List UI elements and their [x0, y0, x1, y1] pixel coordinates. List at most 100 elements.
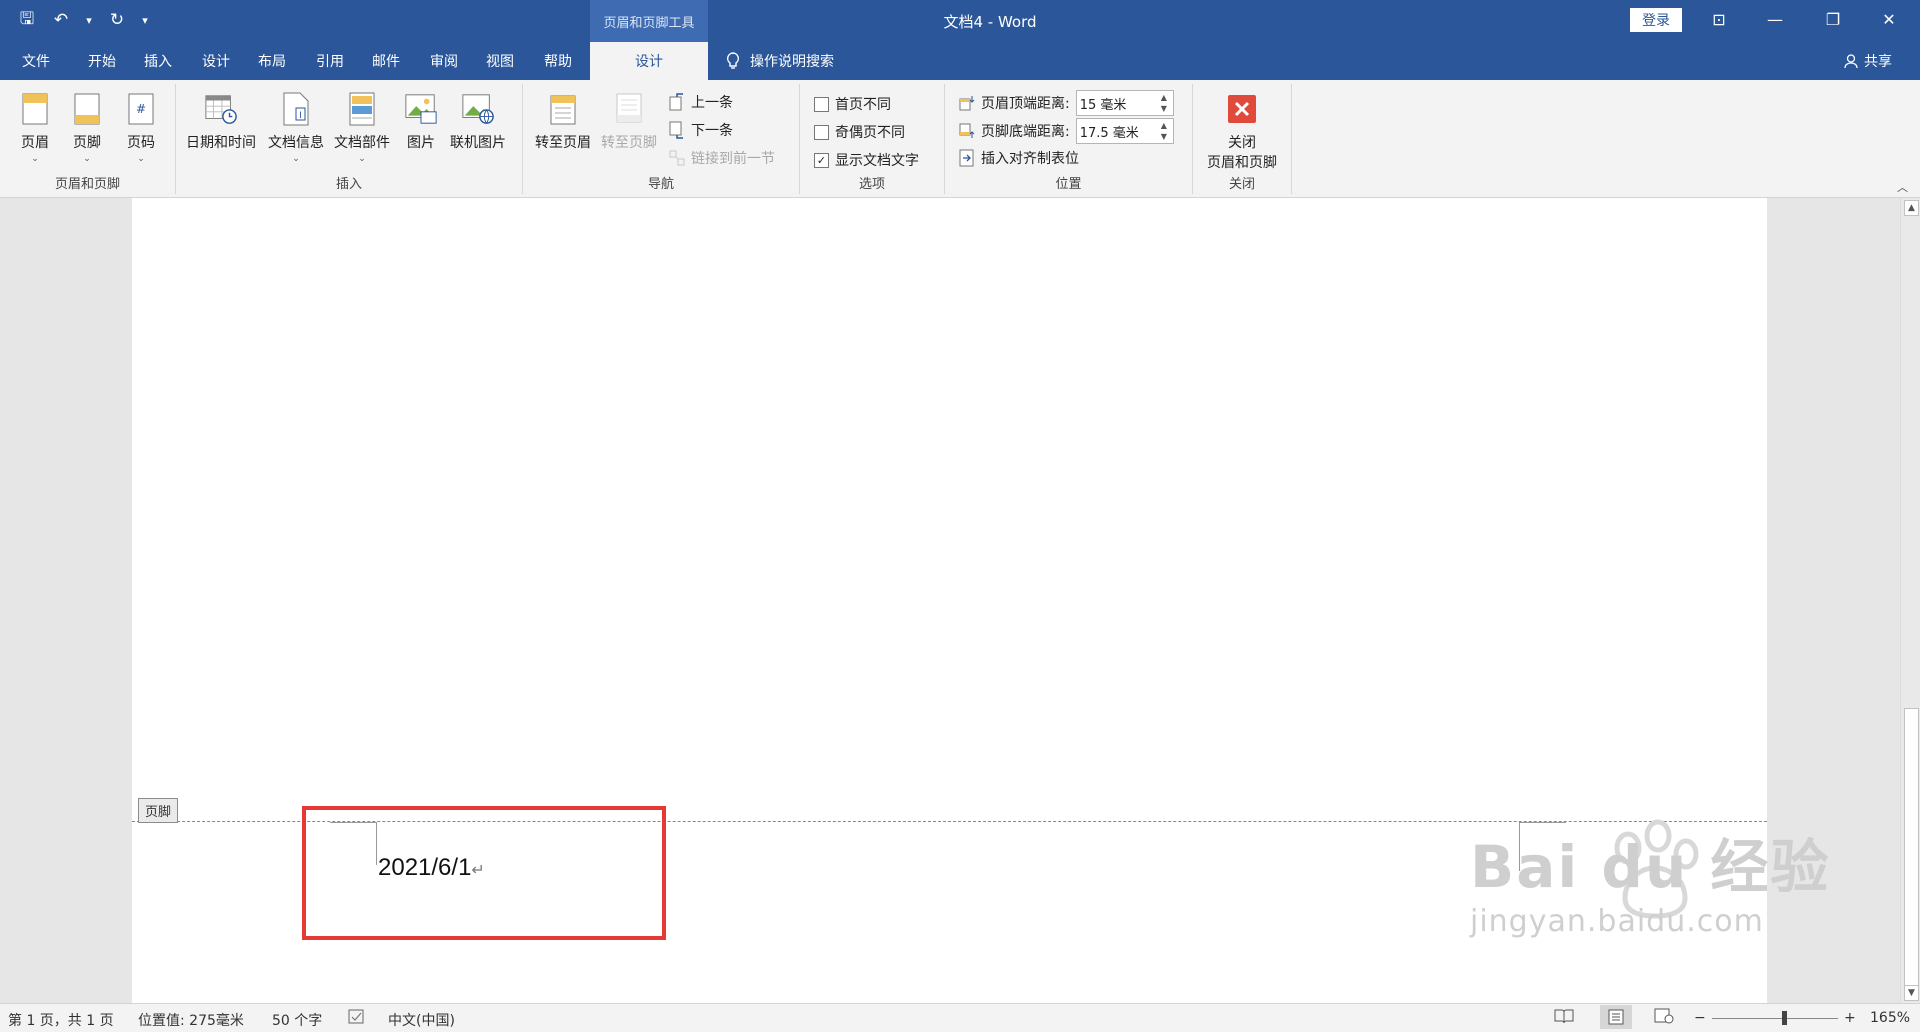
checkbox-checked[interactable]: ✓ [814, 152, 829, 168]
group-label-close: 关闭 [1228, 177, 1255, 192]
tell-me-label: 操作说明搜索 [750, 54, 834, 70]
header-position-icon [959, 96, 975, 111]
chevron-down-icon: ⌄ [292, 154, 300, 164]
undo-dropdown-icon[interactable]: ▾ [82, 8, 96, 32]
online-picture-button[interactable]: 联机图片 [450, 90, 506, 152]
group-insert: 日期和时间 I 文档信息 ⌄ 文档部件 ⌄ 图片 联机图片 插入 [176, 84, 523, 194]
tab-help[interactable]: 帮助 [544, 51, 572, 71]
footer-tag: 页脚 [138, 798, 179, 823]
checkbox-unchecked[interactable] [814, 96, 829, 112]
picture-button[interactable]: 图片 [404, 90, 438, 152]
close-header-footer-button[interactable]: 关闭 页眉和页脚 [1201, 90, 1283, 172]
previous-label: 上一条 [691, 95, 733, 111]
goto-footer-button[interactable]: 转至页脚 [601, 90, 657, 152]
zoom-level[interactable]: 165% [1870, 1010, 1910, 1026]
login-button[interactable]: 登录 [1630, 8, 1682, 32]
customize-qat-icon[interactable]: ▾ [138, 8, 152, 32]
footer-from-bottom-label: 页脚底端距离: [981, 124, 1070, 140]
goto-header-icon [546, 90, 580, 128]
footer-button[interactable]: 页脚 ⌄ [70, 90, 104, 164]
tell-me-search[interactable]: 操作说明搜索 [726, 51, 834, 71]
redo-icon[interactable]: ↻ [104, 8, 130, 32]
doc-info-button[interactable]: I 文档信息 ⌄ [268, 90, 324, 164]
web-layout-icon[interactable] [1654, 1008, 1674, 1028]
page-count[interactable]: 第 1 页，共 1 页 [8, 1010, 114, 1030]
tab-home[interactable]: 开始 [88, 51, 116, 71]
header-from-top-row: 页眉顶端距离: 15 毫米 ▲ ▼ [959, 90, 1174, 116]
date-time-button[interactable]: 日期和时间 [186, 90, 256, 152]
page-number-icon: # [124, 90, 158, 128]
next-label: 下一条 [691, 123, 733, 139]
header-button[interactable]: 页眉 ⌄ [18, 90, 52, 164]
group-close: 关闭 页眉和页脚 关闭 [1193, 84, 1292, 194]
footer-from-bottom-value: 17.5 毫米 [1079, 125, 1139, 141]
read-mode-icon[interactable] [1554, 1008, 1574, 1028]
save-icon[interactable]: 🖫 [14, 8, 40, 32]
share-label: 共享 [1864, 54, 1892, 70]
tab-insert[interactable]: 插入 [144, 51, 172, 71]
previous-section-icon [669, 93, 683, 111]
zoom-in-button[interactable]: + [1844, 1010, 1856, 1026]
zoom-slider-thumb[interactable] [1782, 1011, 1787, 1025]
collapse-ribbon-icon[interactable]: ︿ [1897, 179, 1908, 195]
tab-design[interactable]: 设计 [202, 51, 230, 71]
chevron-down-icon: ⌄ [83, 154, 91, 164]
scroll-down-icon[interactable]: ▼ [1904, 985, 1919, 1001]
link-to-previous-button[interactable]: 链接到前一节 [669, 148, 775, 168]
footer-from-bottom-input[interactable]: 17.5 毫米 ▲ ▼ [1075, 118, 1174, 144]
close-window-button[interactable]: ✕ [1866, 0, 1912, 38]
tab-layout[interactable]: 布局 [258, 51, 286, 71]
group-label-options: 选项 [858, 177, 885, 192]
insert-alignment-tab-button[interactable]: 插入对齐制表位 [959, 148, 1079, 168]
next-button[interactable]: 下一条 [669, 120, 733, 140]
header-from-top-label: 页眉顶端距离: [981, 96, 1070, 112]
different-odd-even-checkbox[interactable]: 奇偶页不同 [814, 122, 905, 142]
ribbon-display-options-icon[interactable]: ⊡ [1696, 0, 1742, 38]
minimize-button[interactable]: — [1752, 0, 1798, 38]
show-document-text-label: 显示文档文字 [835, 153, 919, 169]
doc-parts-button[interactable]: 文档部件 ⌄ [334, 90, 390, 164]
word-count[interactable]: 50 个字 [272, 1010, 322, 1030]
page-number-button[interactable]: # 页码 ⌄ [124, 90, 158, 164]
print-layout-icon[interactable] [1600, 1005, 1632, 1029]
show-document-text-checkbox[interactable]: ✓ 显示文档文字 [814, 150, 919, 170]
checkbox-unchecked[interactable] [814, 124, 829, 140]
zoom-slider-track[interactable] [1712, 1018, 1838, 1019]
language[interactable]: 中文(中国) [388, 1010, 455, 1030]
group-position: 页眉顶端距离: 15 毫米 ▲ ▼ 页脚底端距离: 17.5 毫米 ▲ ▼ 插入对齐… [945, 84, 1193, 194]
spinner-arrows-icon[interactable]: ▲ ▼ [1161, 120, 1173, 142]
group-label-header-footer: 页眉和页脚 [54, 177, 120, 192]
proofing-icon[interactable] [348, 1009, 366, 1029]
picture-icon [404, 90, 438, 128]
previous-button[interactable]: 上一条 [669, 92, 733, 112]
goto-header-label: 转至页眉 [535, 135, 591, 151]
restore-button[interactable]: ❐ [1810, 0, 1856, 38]
tab-view[interactable]: 视图 [486, 51, 514, 71]
tab-mailings[interactable]: 邮件 [372, 51, 400, 71]
undo-icon[interactable]: ↶ [48, 8, 74, 32]
contextual-tab-header-footer-tools: 页眉和页脚工具 [590, 0, 708, 42]
zoom-out-button[interactable]: − [1694, 1010, 1706, 1026]
tab-review[interactable]: 审阅 [430, 51, 458, 71]
tab-file[interactable]: 文件 [22, 51, 50, 71]
different-first-page-checkbox[interactable]: 首页不同 [814, 94, 891, 114]
goto-header-button[interactable]: 转至页眉 [535, 90, 591, 152]
scroll-thumb[interactable] [1904, 708, 1919, 995]
share-button[interactable]: 共享 [1844, 51, 1892, 71]
tab-header-footer-design[interactable]: 设计 [590, 42, 708, 80]
position-value[interactable]: 位置值: 275毫米 [138, 1010, 244, 1030]
baidu-watermark: Bai du 经验 jingyan.baidu.com [1470, 820, 1830, 939]
header-page-icon [18, 90, 52, 128]
goto-footer-label: 转至页脚 [601, 135, 657, 151]
tab-references[interactable]: 引用 [316, 51, 344, 71]
doc-parts-label: 文档部件 [334, 135, 390, 151]
page-number-label: 页码 [127, 135, 155, 151]
close-label-line1: 关闭 [1228, 135, 1256, 151]
different-odd-even-label: 奇偶页不同 [835, 125, 905, 141]
header-from-top-input[interactable]: 15 毫米 ▲ ▼ [1075, 90, 1174, 116]
chevron-down-icon: ⌄ [137, 154, 145, 164]
scroll-up-icon[interactable]: ▲ [1904, 200, 1919, 216]
doc-parts-icon [345, 90, 379, 128]
spinner-arrows-icon[interactable]: ▲ ▼ [1161, 92, 1173, 114]
vertical-scrollbar[interactable]: ▲ ▼ [1900, 198, 1920, 1003]
